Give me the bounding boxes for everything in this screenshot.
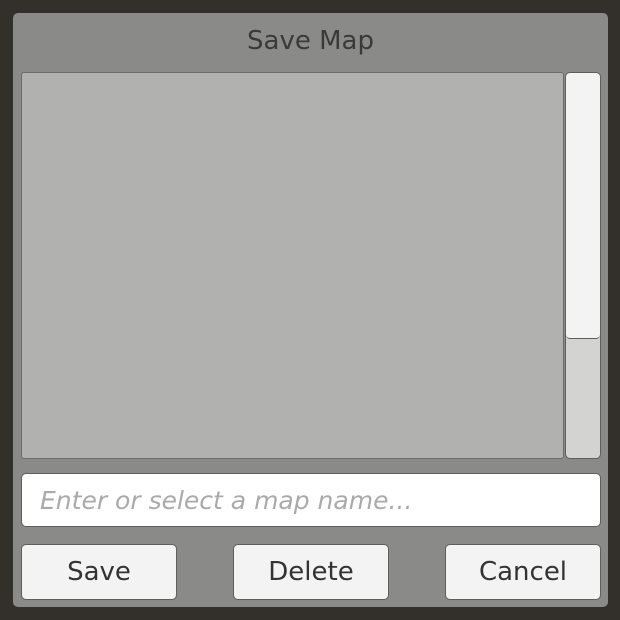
map-list[interactable] — [21, 72, 564, 459]
map-name-input[interactable] — [21, 473, 601, 527]
save-map-dialog: Save Map Save Delete Cancel — [13, 13, 608, 607]
list-scrollbar[interactable] — [565, 72, 601, 459]
scrollbar-thumb[interactable] — [566, 73, 600, 339]
dialog-title: Save Map — [247, 26, 374, 56]
cancel-button[interactable]: Cancel — [445, 544, 601, 600]
delete-button[interactable]: Delete — [233, 544, 389, 600]
save-button[interactable]: Save — [21, 544, 177, 600]
